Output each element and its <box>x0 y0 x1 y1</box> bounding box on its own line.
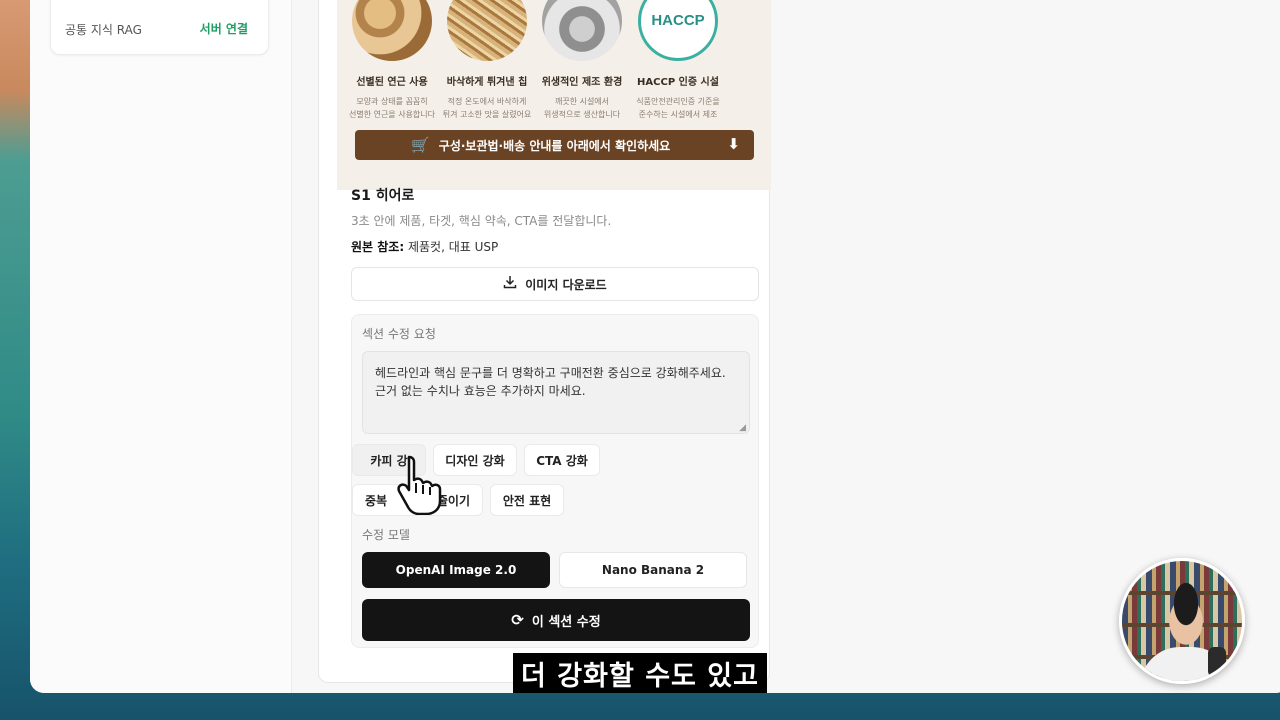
reference-label: 원본 참조: <box>351 240 405 254</box>
model-label: 수정 모델 <box>362 528 410 542</box>
banner-cta-text: 구성·보관법·배송 안내를 아래에서 확인하세요 <box>438 138 671 153</box>
chip-design-enhance[interactable]: 디자인 강화 <box>433 444 517 476</box>
chip-safe-expression[interactable]: 안전 표현 <box>490 484 564 516</box>
feature-desc: 적정 온도에서 바삭하게 튀겨 고소한 맛을 살렸어요 <box>439 95 535 121</box>
cart-icon: 🛒 <box>411 136 430 154</box>
refresh-icon: ⟳ <box>511 611 524 629</box>
factory-image <box>542 0 622 61</box>
feature-desc-line: 깨끗한 시설에서 <box>554 97 610 106</box>
edit-section-button[interactable]: ⟳ 이 섹션 수정 <box>362 599 750 641</box>
feature-lotus: 선별된 연근 사용 모양과 상태를 꼼꼼히 선별한 연근을 사용합니다 <box>344 0 440 121</box>
haccp-badge-text: HACCP <box>651 12 705 29</box>
section-card: 선별된 연근 사용 모양과 상태를 꼼꼼히 선별한 연근을 사용합니다 바삭하게… <box>318 0 771 683</box>
model-nano-banana-button[interactable]: Nano Banana 2 <box>559 552 747 588</box>
feature-desc: 모양과 상태를 꼼꼼히 선별한 연근을 사용합니다 <box>344 95 440 121</box>
feature-desc-line: 선별한 연근을 사용합니다 <box>348 110 436 119</box>
feature-title: 선별된 연근 사용 <box>356 77 428 88</box>
feature-hygiene: 위생적인 제조 환경 깨끗한 시설에서 위생적으로 생산합니다 <box>534 0 630 121</box>
feature-desc: 깨끗한 시설에서 위생적으로 생산합니다 <box>534 95 630 121</box>
fried-chips-image <box>447 0 527 61</box>
haccp-badge-icon: HACCP <box>638 0 718 61</box>
feature-title: HACCP 인증 시설 <box>637 77 719 88</box>
rag-title: 공통 지식 RAG <box>65 23 142 37</box>
chip-cta-enhance[interactable]: CTA 강화 <box>524 444 600 476</box>
feature-desc-line: 식품안전관리인증 기준을 <box>636 97 720 106</box>
feature-haccp: HACCP HACCP 인증 시설 식품안전관리인증 기준을 준수하는 시설에서… <box>630 0 726 121</box>
edit-request-label: 섹션 수정 요청 <box>362 327 436 341</box>
feature-desc-line: 위생적으로 생산합니다 <box>543 110 621 119</box>
feature-desc-line: 적정 온도에서 바삭하게 <box>447 97 527 106</box>
section-preview-image: 선별된 연근 사용 모양과 상태를 꼼꼼히 선별한 연근을 사용합니다 바삭하게… <box>337 0 771 190</box>
download-icon <box>503 275 517 293</box>
banner-cta-bar: 🛒 구성·보관법·배송 안내를 아래에서 확인하세요 ⬇ <box>355 130 754 160</box>
download-image-button[interactable]: 이미지 다운로드 <box>351 267 759 301</box>
connection-status: 서버 연결 <box>199 22 248 36</box>
download-label: 이미지 다운로드 <box>525 277 607 292</box>
webcam-overlay <box>1119 558 1245 684</box>
chip-text-left: 중복 <box>365 493 388 508</box>
edit-request-input[interactable]: 헤드라인과 핵심 문구를 더 명확하고 구매전환 중심으로 강화해주세요. 근거… <box>362 351 750 434</box>
microphone-icon <box>1208 647 1226 677</box>
arrow-down-icon: ⬇ <box>727 135 740 153</box>
section-description: 3초 안에 제품, 타겟, 핵심 약속, CTA를 전달합니다. <box>351 214 612 228</box>
feature-desc-line: 모양과 상태를 꼼꼼히 <box>356 97 428 106</box>
presenter <box>1158 583 1214 653</box>
feature-title: 바삭하게 튀겨낸 칩 <box>446 77 528 88</box>
section-reference: 원본 참조: 제품컷, 대표 USP <box>351 238 498 255</box>
app-window: 공통 지식 RAG 서버 연결 선별된 연근 사용 모양과 상태를 꼼꼼히 선별… <box>30 0 1280 693</box>
section-title: S1 히어로 <box>351 188 415 204</box>
feature-title: 위생적인 제조 환경 <box>541 77 623 88</box>
video-subtitle: 더 강화할 수도 있고 <box>513 653 767 693</box>
feature-desc-line: 튀겨 고소한 맛을 살렸어요 <box>442 110 532 119</box>
lotus-root-image <box>352 0 432 61</box>
feature-chips: 바삭하게 튀겨낸 칩 적정 온도에서 바삭하게 튀겨 고소한 맛을 살렸어요 <box>439 0 535 121</box>
sidebar: 공통 지식 RAG 서버 연결 <box>30 0 292 693</box>
reference-value: 제품컷, 대표 USP <box>404 240 499 254</box>
hand-pointer-icon <box>397 455 442 515</box>
feature-desc: 식품안전관리인증 기준을 준수하는 시설에서 제조 <box>630 95 726 121</box>
model-openai-image-button[interactable]: OpenAI Image 2.0 <box>362 552 550 588</box>
edit-section-label: 이 섹션 수정 <box>531 614 601 630</box>
resize-handle-icon[interactable]: ◢ <box>739 423 746 433</box>
feature-desc-line: 준수하는 시설에서 제조 <box>638 110 718 119</box>
rag-connection-card[interactable]: 공통 지식 RAG 서버 연결 <box>50 0 269 55</box>
